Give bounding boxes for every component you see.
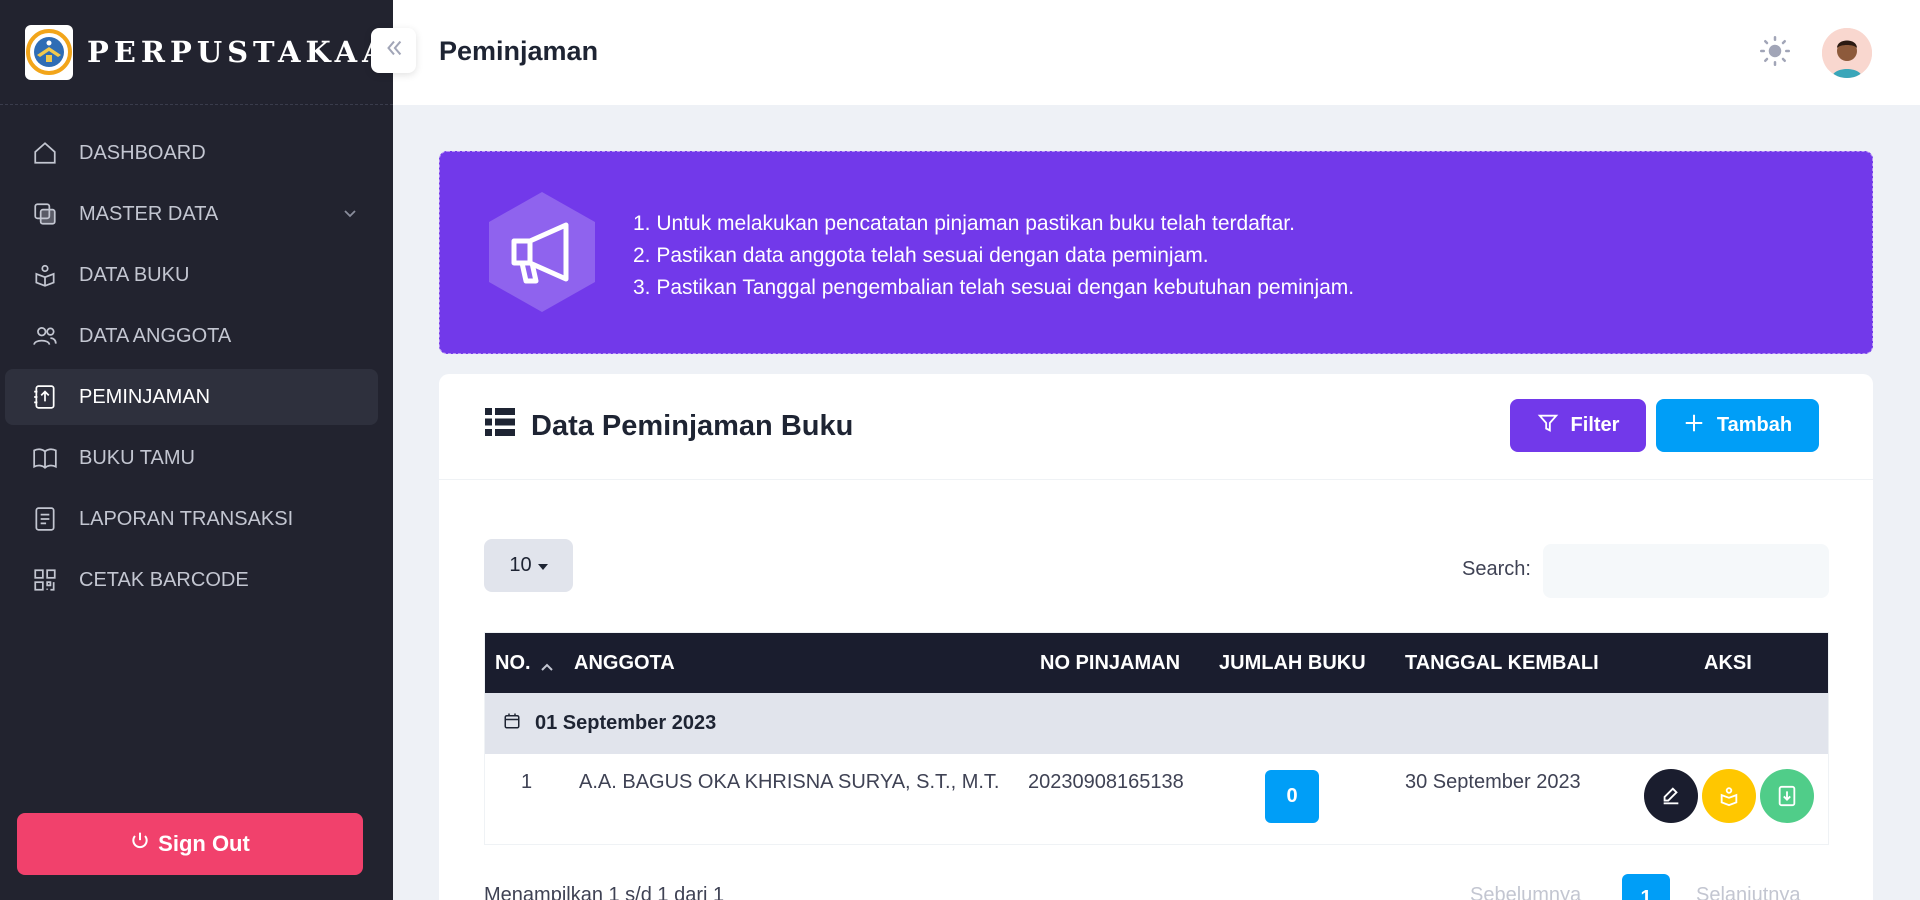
sidebar-item-label: PEMINJAMAN [79,385,211,408]
cell-anggota: A.A. BAGUS OKA KHRISNA SURYA, S.T., M.T. [579,771,1000,793]
power-icon [130,831,150,857]
cell-tanggal-kembali: 30 September 2023 [1405,771,1581,793]
layers-icon [30,199,60,229]
group-date: 01 September 2023 [535,712,717,734]
column-header-tanggal-kembali[interactable]: TANGGAL KEMBALI [1405,652,1599,675]
sidebar-item-dashboard[interactable]: DASHBOARD [5,125,378,181]
list-icon [485,408,515,444]
pagination-page-1[interactable]: 1 [1622,874,1670,900]
sidebar-item-peminjaman[interactable]: PEMINJAMAN [5,369,378,425]
search-label: Search: [1462,558,1531,580]
table-header: NO. ANGGOTA NO PINJAMAN JUMLAH BUKU TANG… [485,633,1828,693]
filter-icon [1537,412,1559,440]
megaphone-icon [489,192,595,312]
books-detail-button[interactable] [1702,769,1756,823]
sign-out-button[interactable]: Sign Out [17,813,363,875]
add-loan-button[interactable]: Tambah [1656,399,1819,452]
brand: PERPUSTAKAAN [0,0,416,105]
sidebar-item-laporan-transaksi[interactable]: LAPORAN TRANSAKSI [5,491,378,547]
notice-line: 3. Pastikan Tanggal pengembalian telah s… [633,276,1355,299]
sidebar-item-label: LAPORAN TRANSAKSI [79,507,294,530]
page-length-value: 10 [509,554,532,576]
topbar: Peminjaman [371,0,1920,105]
page-title: Peminjaman [439,36,599,66]
sidebar-item-cetak-barcode[interactable]: CETAK BARCODE [5,552,378,608]
book-reader-icon [30,260,60,290]
sidebar-item-master-data[interactable]: MASTER DATA [5,186,378,242]
add-label: Tambah [1716,414,1793,436]
home-icon [30,138,60,168]
user-avatar-icon [1822,28,1872,78]
notice-line: 2. Pastikan data anggota telah sesuai de… [633,244,1209,267]
cell-no-pinjaman: 20230908165138 [1028,771,1184,793]
sidebar-item-label: DASHBOARD [79,141,206,164]
sort-asc-icon[interactable] [540,655,554,678]
loans-table: NO. ANGGOTA NO PINJAMAN JUMLAH BUKU TANG… [484,632,1829,845]
sidebar-item-data-anggota[interactable]: DATA ANGGOTA [5,308,378,364]
notice-badge [484,189,600,320]
card-title: Data Peminjaman Buku [485,408,853,444]
notice-line: 1. Untuk melakukan pencatatan pinjaman p… [633,212,1295,235]
book-reader-icon [1720,787,1738,807]
qr-code-icon [30,565,60,595]
edit-icon [1663,787,1679,805]
sidebar-item-label: BUKU TAMU [79,446,195,469]
page-length-select[interactable]: 10 [484,539,573,592]
column-header-no-pinjaman[interactable]: NO PINJAMAN [1040,652,1180,675]
column-header-aksi: AKSI [1704,652,1752,674]
caret-down-icon [537,554,548,577]
loans-card: Data Peminjaman Buku Filter Tambah 10 Se… [439,374,1873,900]
pagination-previous[interactable]: Sebelumnya [1470,884,1581,900]
sign-out-label: Sign Out [158,831,250,856]
info-notice: 1. Untuk melakukan pencatatan pinjaman p… [439,151,1873,354]
card-header: Data Peminjaman Buku Filter Tambah [439,374,1873,480]
filter-button[interactable]: Filter [1510,399,1646,452]
book-upload-icon [30,382,60,412]
notice-text: 1. Untuk melakukan pencatatan pinjaman p… [633,208,1354,304]
sidebar-item-label: DATA BUKU [79,263,190,286]
logo[interactable] [25,24,73,80]
sidebar-item-label: MASTER DATA [79,202,219,225]
pagination-next[interactable]: Selanjutnya [1696,884,1801,900]
sidebar-toggle-button[interactable] [371,28,416,73]
sidebar-item-data-buku[interactable]: DATA BUKU [5,247,378,303]
filter-label: Filter [1570,414,1620,436]
sun-icon [1760,36,1790,66]
return-button[interactable] [1760,769,1814,823]
plus-icon [1683,412,1705,440]
users-icon [30,321,60,351]
document-icon [30,504,60,534]
book-count-badge[interactable]: 0 [1265,770,1319,823]
group-row: 01 September 2023 [485,693,1828,754]
double-chevron-left-icon [383,37,405,64]
search-input[interactable] [1543,544,1829,598]
sidebar-item-label: CETAK BARCODE [79,568,249,591]
sidebar-item-buku-tamu[interactable]: BUKU TAMU [5,430,378,486]
column-header-no[interactable]: NO. [495,652,531,675]
book-return-icon [1778,785,1796,807]
sidebar: PERPUSTAKAAN DASHBOARD MASTER DATA DATA … [0,0,416,900]
calendar-icon [503,712,521,736]
sidebar-item-label: DATA ANGGOTA [79,324,232,347]
column-header-jumlah-buku[interactable]: JUMLAH BUKU [1219,652,1366,675]
logo-emblem-icon [26,29,72,75]
open-book-icon [30,443,60,473]
avatar[interactable] [1822,28,1872,78]
column-header-anggota[interactable]: ANGGOTA [574,652,675,675]
column-header-label: NO. [495,652,531,674]
card-title-text: Data Peminjaman Buku [531,409,854,442]
table-info: Menampilkan 1 s/d 1 dari 1 [484,884,725,900]
sidebar-nav: DASHBOARD MASTER DATA DATA BUKU DATA ANG… [0,125,393,608]
edit-button[interactable] [1644,769,1698,823]
theme-toggle-button[interactable] [1760,36,1790,71]
cell-no: 1 [521,771,533,793]
chevron-down-icon [342,204,358,227]
table-row: 1 A.A. BAGUS OKA KHRISNA SURYA, S.T., M.… [485,754,1828,844]
